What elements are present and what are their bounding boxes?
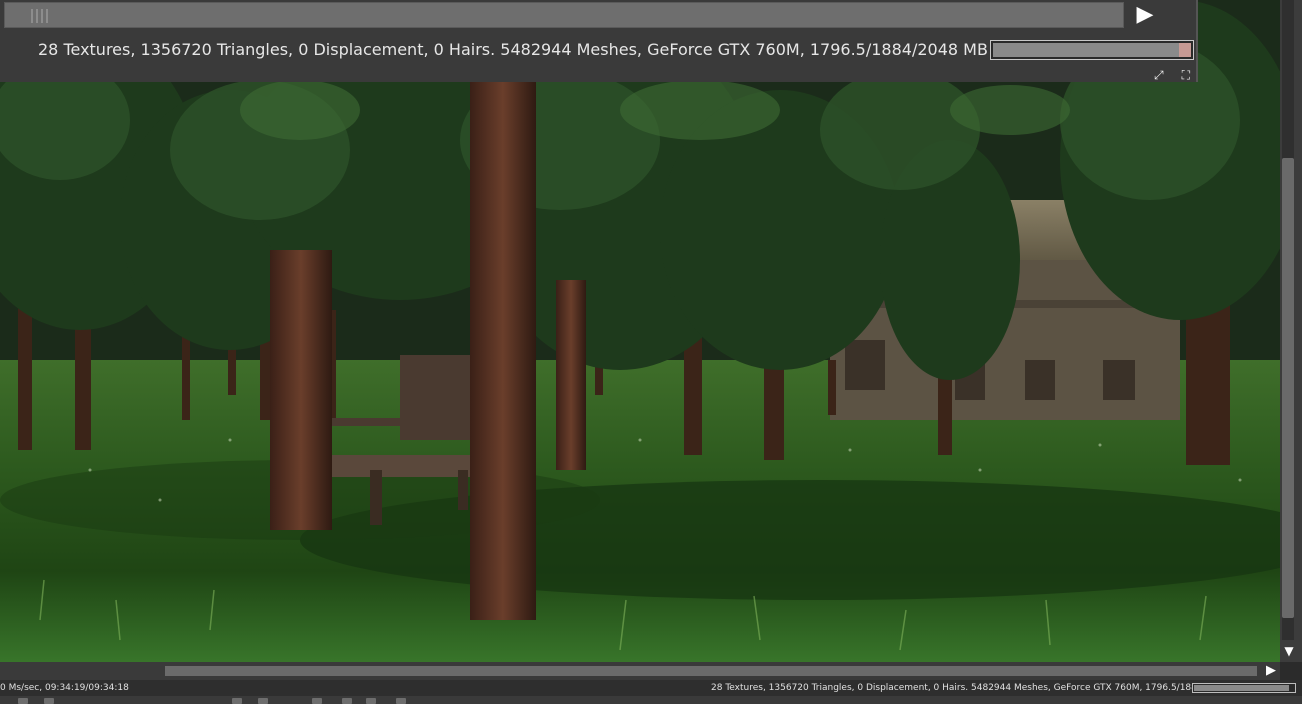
bottom-toolbar (0, 696, 1302, 704)
gpu-memory-end-marker (1179, 43, 1191, 57)
toolbar-icon[interactable] (366, 698, 376, 704)
scroll-down-icon[interactable]: ▼ (1281, 644, 1297, 658)
panel-scrollbar[interactable] (4, 2, 1124, 28)
play-icon: ▶ (1136, 2, 1154, 27)
status-memory-fill (1194, 685, 1289, 691)
status-bar: 0 Ms/sec, 09:34:19/09:34:18 28 Textures,… (0, 680, 1302, 696)
maximize-icon[interactable]: ⛶ (1182, 68, 1190, 82)
gpu-memory-fill (993, 43, 1182, 57)
render-stats-text: 28 Textures, 1356720 Triangles, 0 Displa… (38, 40, 988, 59)
horizontal-scrollbar[interactable]: ▶ (0, 662, 1280, 680)
toolbar-icon[interactable] (232, 698, 242, 704)
toolbar-icon[interactable] (258, 698, 268, 704)
timeline-play-icon[interactable]: ▶ (1262, 662, 1280, 680)
toolbar-icon[interactable] (44, 698, 54, 704)
vertical-scrollbar-thumb[interactable] (1282, 158, 1294, 618)
toolbar-icon[interactable] (342, 698, 352, 704)
scrollbar-grip[interactable] (31, 9, 51, 23)
search-icon[interactable] (396, 698, 406, 704)
render-stats-status: 28 Textures, 1356720 Triangles, 0 Displa… (711, 683, 1246, 693)
render-viewport[interactable] (0, 0, 1280, 662)
toolbar-icon[interactable] (18, 698, 28, 704)
panel-window-controls: ⤢ ⛶ (1118, 68, 1190, 82)
gpu-memory-bar (990, 40, 1194, 60)
restore-icon[interactable]: ⤢ (1154, 68, 1164, 82)
status-memory-bar (1192, 683, 1296, 693)
render-time-status: 0 Ms/sec, 09:34:19/09:34:18 (0, 683, 129, 693)
render-image (0, 0, 1280, 662)
play-button[interactable]: ▶ (1130, 2, 1160, 28)
horizontal-scrollbar-thumb[interactable] (165, 666, 1257, 676)
toolbar-icon[interactable] (312, 698, 322, 704)
render-status-panel: ▶ 28 Textures, 1356720 Triangles, 0 Disp… (0, 0, 1198, 82)
